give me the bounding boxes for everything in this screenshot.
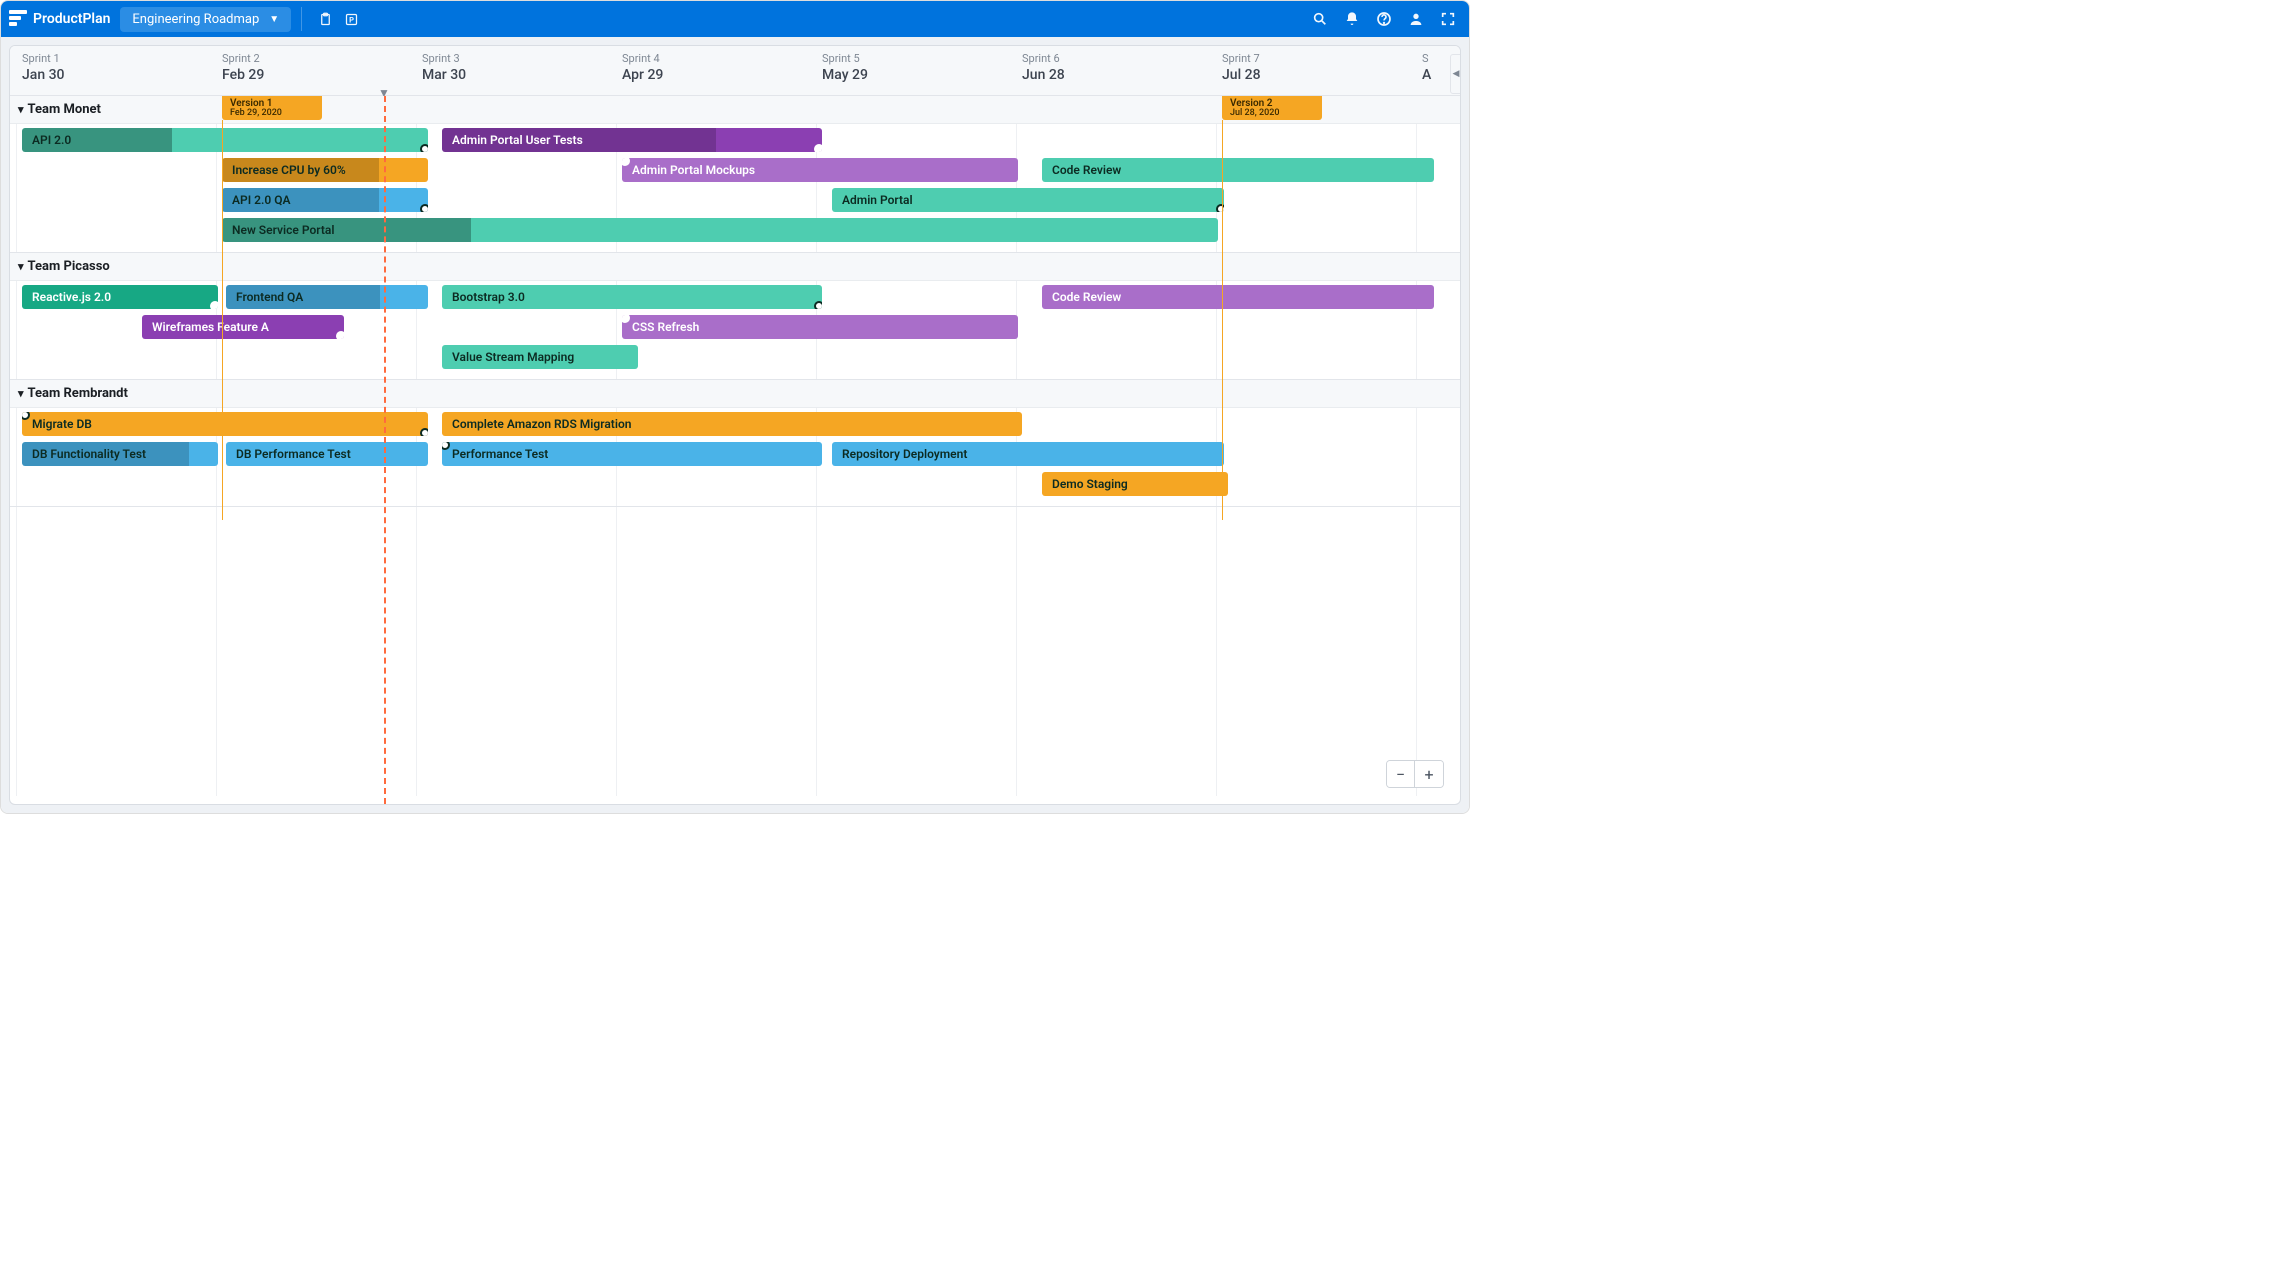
brand-logo[interactable]: ProductPlan xyxy=(9,10,110,28)
roadmap-bar[interactable]: Wireframes Feature A xyxy=(142,315,344,339)
roadmap-bar[interactable]: Repository Deployment xyxy=(832,442,1224,466)
roadmap-bar[interactable]: API 2.0 xyxy=(22,128,428,152)
roadmap-selector[interactable]: Engineering Roadmap ▼ xyxy=(120,7,291,32)
lane-title: Team Picasso xyxy=(28,259,110,274)
sprint-header: Sprint 5May 29 xyxy=(822,52,868,83)
separator xyxy=(301,7,302,31)
sprint-header: Sprint 4Apr 29 xyxy=(622,52,663,83)
roadmap-bar[interactable]: Code Review xyxy=(1042,285,1434,309)
roadmap-bar[interactable]: Admin Portal Mockups xyxy=(622,158,1018,182)
link-handle-icon[interactable] xyxy=(420,144,428,152)
lane: ▾Team MonetVersion 1Feb 29, 2020Version … xyxy=(10,96,1460,253)
chevron-down-icon: ▾ xyxy=(18,260,24,273)
chevron-down-icon: ▾ xyxy=(18,387,24,400)
sprint-header: Sprint 1Jan 30 xyxy=(22,52,65,83)
sprint-header: SA xyxy=(1422,52,1431,83)
roadmap-bar[interactable]: Bootstrap 3.0 xyxy=(442,285,822,309)
roadmap-bar[interactable]: Complete Amazon RDS Migration xyxy=(442,412,1022,436)
zoom-controls: − + xyxy=(1386,760,1444,788)
zoom-in-button[interactable]: + xyxy=(1415,761,1443,787)
roadmap-bar[interactable]: Migrate DB xyxy=(22,412,428,436)
brand-name: ProductPlan xyxy=(33,11,110,27)
link-handle-icon[interactable] xyxy=(442,442,450,450)
roadmap-bar[interactable]: New Service Portal xyxy=(222,218,1218,242)
fullscreen-icon[interactable] xyxy=(1435,6,1461,32)
clipboard-icon[interactable] xyxy=(312,6,338,32)
help-icon[interactable] xyxy=(1371,6,1397,32)
roadmap-bar[interactable]: Admin Portal User Tests xyxy=(442,128,822,152)
milestone[interactable]: Version 2Jul 28, 2020 xyxy=(1222,96,1322,120)
lane: ▾ Team Rembrandt Migrate DB Complete Amazon… xyxy=(10,380,1460,507)
lane-body: Reactive.js 2.0 Frontend QA Bootstrap 3.0 C… xyxy=(10,281,1460,379)
roadmap-bar[interactable]: Performance Test xyxy=(442,442,822,466)
link-handle-icon[interactable] xyxy=(622,158,630,166)
lane-title: Team Rembrandt xyxy=(28,386,128,401)
svg-text:P: P xyxy=(349,15,354,24)
link-handle-icon[interactable] xyxy=(420,428,428,436)
lane-title: Team Monet xyxy=(28,102,101,117)
milestone[interactable]: Version 1Feb 29, 2020 xyxy=(222,96,322,120)
collapse-sidebar-handle[interactable]: ◀ xyxy=(1450,54,1461,94)
roadmap-bar[interactable]: Demo Staging xyxy=(1042,472,1228,496)
lane-header[interactable]: ▾ Team Picasso xyxy=(10,253,1460,281)
sprint-header: Sprint 7Jul 28 xyxy=(1222,52,1261,83)
chevron-down-icon: ▾ xyxy=(18,103,24,116)
lanes-container: ▾Team MonetVersion 1Feb 29, 2020Version … xyxy=(10,96,1460,507)
roadmap-bar[interactable]: CSS Refresh xyxy=(622,315,1018,339)
timeline-header: Sprint 1Jan 30 Sprint 2Feb 29 Sprint 3Mar … xyxy=(10,46,1460,96)
roadmap-board[interactable]: ◀ Sprint 1Jan 30 Sprint 2Feb 29 Sprint 3Ma… xyxy=(9,45,1461,805)
link-handle-icon[interactable] xyxy=(814,301,822,309)
link-handle-icon[interactable] xyxy=(210,301,218,309)
roadmap-bar[interactable]: DB Performance Test xyxy=(226,442,428,466)
topbar: ProductPlan Engineering Roadmap ▼ P xyxy=(1,1,1469,37)
brand-icon xyxy=(9,10,27,28)
lane-header[interactable]: ▾ Team Rembrandt xyxy=(10,380,1460,408)
lane-body: Migrate DB Complete Amazon RDS Migration D… xyxy=(10,408,1460,506)
sprint-header: Sprint 3Mar 30 xyxy=(422,52,466,83)
sprint-header: Sprint 6Jun 28 xyxy=(1022,52,1065,83)
link-handle-icon[interactable] xyxy=(622,315,630,323)
lane: ▾ Team Picasso Reactive.js 2.0 Frontend QA B… xyxy=(10,253,1460,380)
link-handle-icon[interactable] xyxy=(22,412,30,420)
link-handle-icon[interactable] xyxy=(336,331,344,339)
roadmap-bar[interactable]: Increase CPU by 60% xyxy=(222,158,428,182)
roadmap-bar[interactable]: API 2.0 QA xyxy=(222,188,428,212)
link-handle-icon[interactable] xyxy=(420,204,428,212)
sprint-header: Sprint 2Feb 29 xyxy=(222,52,264,83)
search-icon[interactable] xyxy=(1307,6,1333,32)
link-handle-icon[interactable] xyxy=(814,144,822,152)
workspace: ◀ Sprint 1Jan 30 Sprint 2Feb 29 Sprint 3Ma… xyxy=(1,37,1469,813)
roadmap-bar[interactable]: Frontend QA xyxy=(226,285,428,309)
parking-icon[interactable]: P xyxy=(338,6,364,32)
today-marker-icon: ▼ xyxy=(378,86,390,96)
roadmap-bar[interactable]: DB Functionality Test xyxy=(22,442,218,466)
roadmap-bar[interactable]: Code Review xyxy=(1042,158,1434,182)
roadmap-bar[interactable]: Value Stream Mapping xyxy=(442,345,638,369)
user-icon[interactable] xyxy=(1403,6,1429,32)
roadmap-name: Engineering Roadmap xyxy=(132,12,259,27)
roadmap-bar[interactable]: Admin Portal xyxy=(832,188,1224,212)
lane-body: Version 1Feb 29, 2020Version 2Jul 28, 20… xyxy=(10,124,1460,252)
bell-icon[interactable] xyxy=(1339,6,1365,32)
roadmap-bar[interactable]: Reactive.js 2.0 xyxy=(22,285,218,309)
chevron-down-icon: ▼ xyxy=(269,14,279,25)
zoom-out-button[interactable]: − xyxy=(1387,761,1415,787)
